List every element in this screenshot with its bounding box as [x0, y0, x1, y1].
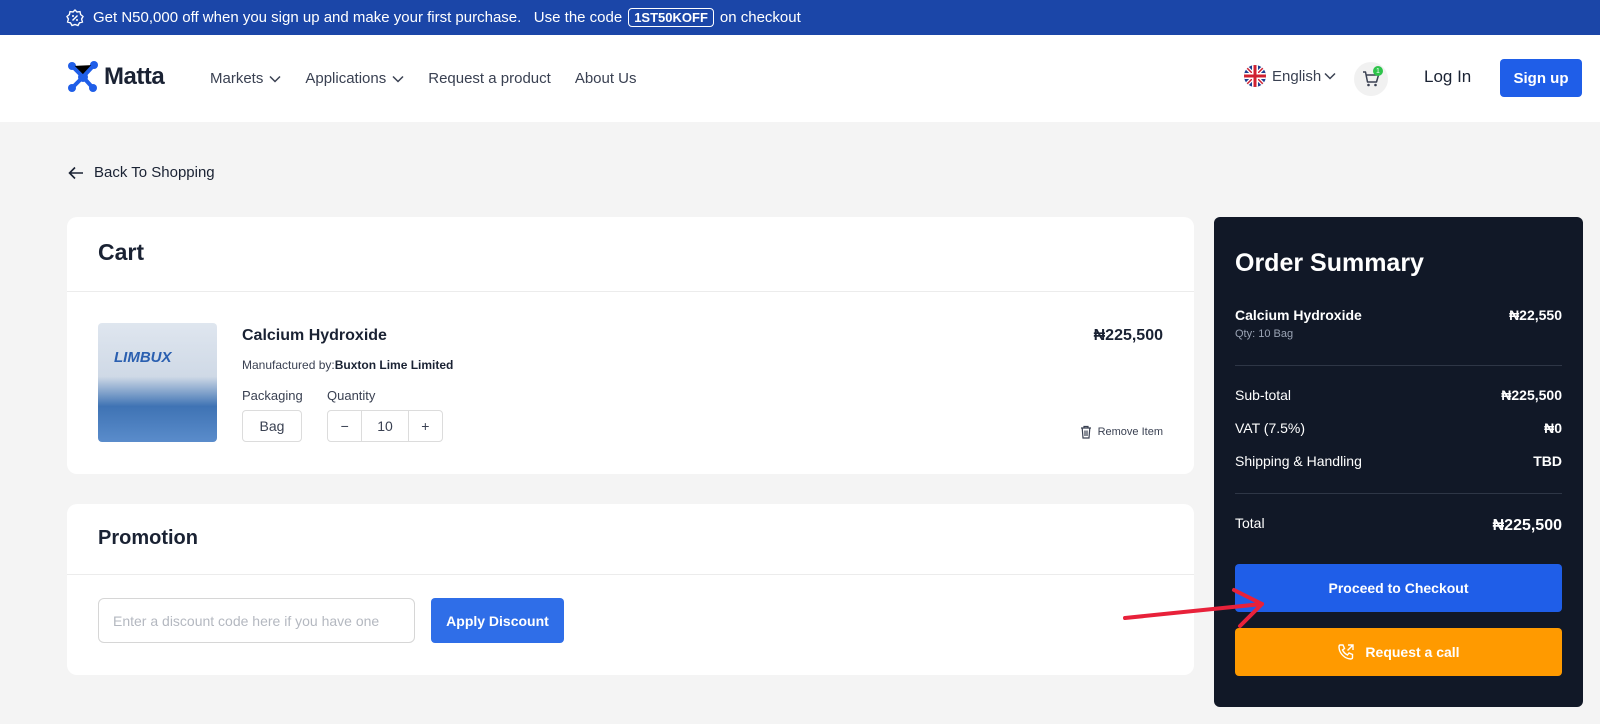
order-summary-title: Order Summary — [1235, 249, 1424, 277]
manufacturer-label: Manufactured by: — [242, 358, 335, 372]
menu-markets[interactable]: Markets — [210, 70, 281, 87]
quantity-input[interactable]: 10 — [361, 411, 409, 441]
chevron-down-icon — [392, 75, 404, 83]
top-navigation: Matta Markets Applications Request a pro… — [0, 35, 1600, 122]
summary-item-name: Calcium Hydroxide — [1235, 307, 1362, 323]
language-label: English — [1272, 67, 1322, 85]
menu-about-us-label: About Us — [574, 70, 637, 87]
summary-divider — [1235, 365, 1562, 366]
vat-row: VAT (7.5%) ₦0 — [1235, 420, 1562, 436]
promotion-title: Promotion — [98, 527, 198, 549]
product-image[interactable]: LIMBUX — [98, 323, 217, 442]
total-label: Total — [1235, 515, 1265, 531]
brand-name: Matta — [104, 63, 165, 90]
cart-count-badge: 1 — [1373, 66, 1383, 76]
discount-code-input[interactable] — [98, 598, 415, 643]
chevron-down-icon — [1324, 72, 1336, 80]
menu-about-us[interactable]: About Us — [575, 70, 637, 87]
shipping-label: Shipping & Handling — [1235, 453, 1362, 469]
summary-item-price: ₦22,550 — [1509, 307, 1562, 323]
main-menu: Markets Applications Request a product A… — [210, 35, 661, 122]
menu-request-product-label: Request a product — [428, 70, 551, 87]
promotion-card: Promotion Apply Discount — [67, 504, 1194, 675]
trash-icon — [1080, 425, 1091, 439]
phone-call-icon — [1338, 644, 1355, 660]
quantity-label: Quantity — [327, 388, 376, 403]
product-image-label: LIMBUX — [114, 349, 172, 366]
manufacturer-name: Buxton Lime Limited — [334, 358, 454, 372]
login-button[interactable]: Log In — [1424, 67, 1471, 87]
promotion-divider — [67, 574, 1194, 575]
quantity-increase-button[interactable]: + — [409, 411, 442, 441]
quantity-decrease-button[interactable]: − — [328, 411, 361, 441]
promo-text: Get N50,000 off when you sign up and mak… — [93, 9, 623, 26]
product-price: ₦225,500 — [1093, 327, 1163, 344]
vat-value: ₦0 — [1544, 420, 1562, 436]
product-name[interactable]: Calcium Hydroxide — [242, 327, 387, 345]
discount-badge-icon — [66, 8, 84, 27]
subtotal-value: ₦225,500 — [1501, 387, 1562, 403]
summary-divider — [1235, 493, 1562, 494]
request-call-label: Request a call — [1365, 644, 1460, 660]
subtotal-row: Sub-total ₦225,500 — [1235, 387, 1562, 403]
cart-divider — [67, 291, 1194, 292]
language-selector[interactable]: English — [1244, 65, 1336, 87]
promo-code: 1ST50KOFF — [628, 8, 714, 27]
menu-markets-label: Markets — [210, 70, 264, 87]
signup-button[interactable]: Sign up — [1500, 59, 1582, 97]
menu-applications[interactable]: Applications — [305, 70, 404, 87]
menu-applications-label: Applications — [305, 70, 387, 87]
packaging-value[interactable]: Bag — [242, 410, 302, 442]
shipping-row: Shipping & Handling TBD — [1235, 453, 1562, 469]
promo-text-end: on checkout — [719, 9, 801, 26]
request-call-button[interactable]: Request a call — [1235, 628, 1562, 676]
back-to-shopping-label: Back To Shopping — [94, 164, 215, 181]
proceed-to-checkout-button[interactable]: Proceed to Checkout — [1235, 564, 1562, 612]
summary-item-qty: Qty: 10 Bag — [1235, 328, 1294, 340]
total-value: ₦225,500 — [1492, 517, 1562, 534]
promo-banner: Get N50,000 off when you sign up and mak… — [0, 0, 1600, 35]
apply-discount-button[interactable]: Apply Discount — [431, 598, 564, 643]
remove-item-button[interactable]: Remove Item — [1080, 425, 1163, 439]
cart-button[interactable]: 1 — [1354, 62, 1388, 96]
quantity-stepper: − 10 + — [327, 410, 443, 442]
chevron-down-icon — [269, 75, 281, 83]
cart-card: Cart LIMBUX Calcium Hydroxide Manufactur… — [67, 217, 1194, 474]
menu-request-product[interactable]: Request a product — [428, 70, 551, 87]
uk-flag-icon — [1244, 65, 1266, 87]
back-to-shopping-link[interactable]: Back To Shopping — [68, 164, 215, 181]
annotation-arrow-icon — [1123, 588, 1264, 628]
brand-logo[interactable]: Matta — [66, 60, 165, 94]
matta-logo-icon — [68, 61, 98, 92]
packaging-label: Packaging — [242, 388, 303, 403]
subtotal-label: Sub-total — [1235, 387, 1292, 403]
arrow-left-icon — [68, 166, 83, 179]
cart-title: Cart — [98, 239, 145, 265]
shipping-value: TBD — [1533, 453, 1562, 469]
remove-item-label: Remove Item — [1097, 426, 1163, 438]
vat-label: VAT (7.5%) — [1235, 420, 1306, 436]
product-manufacturer: Manufactured by:Buxton Lime Limited — [242, 358, 453, 372]
